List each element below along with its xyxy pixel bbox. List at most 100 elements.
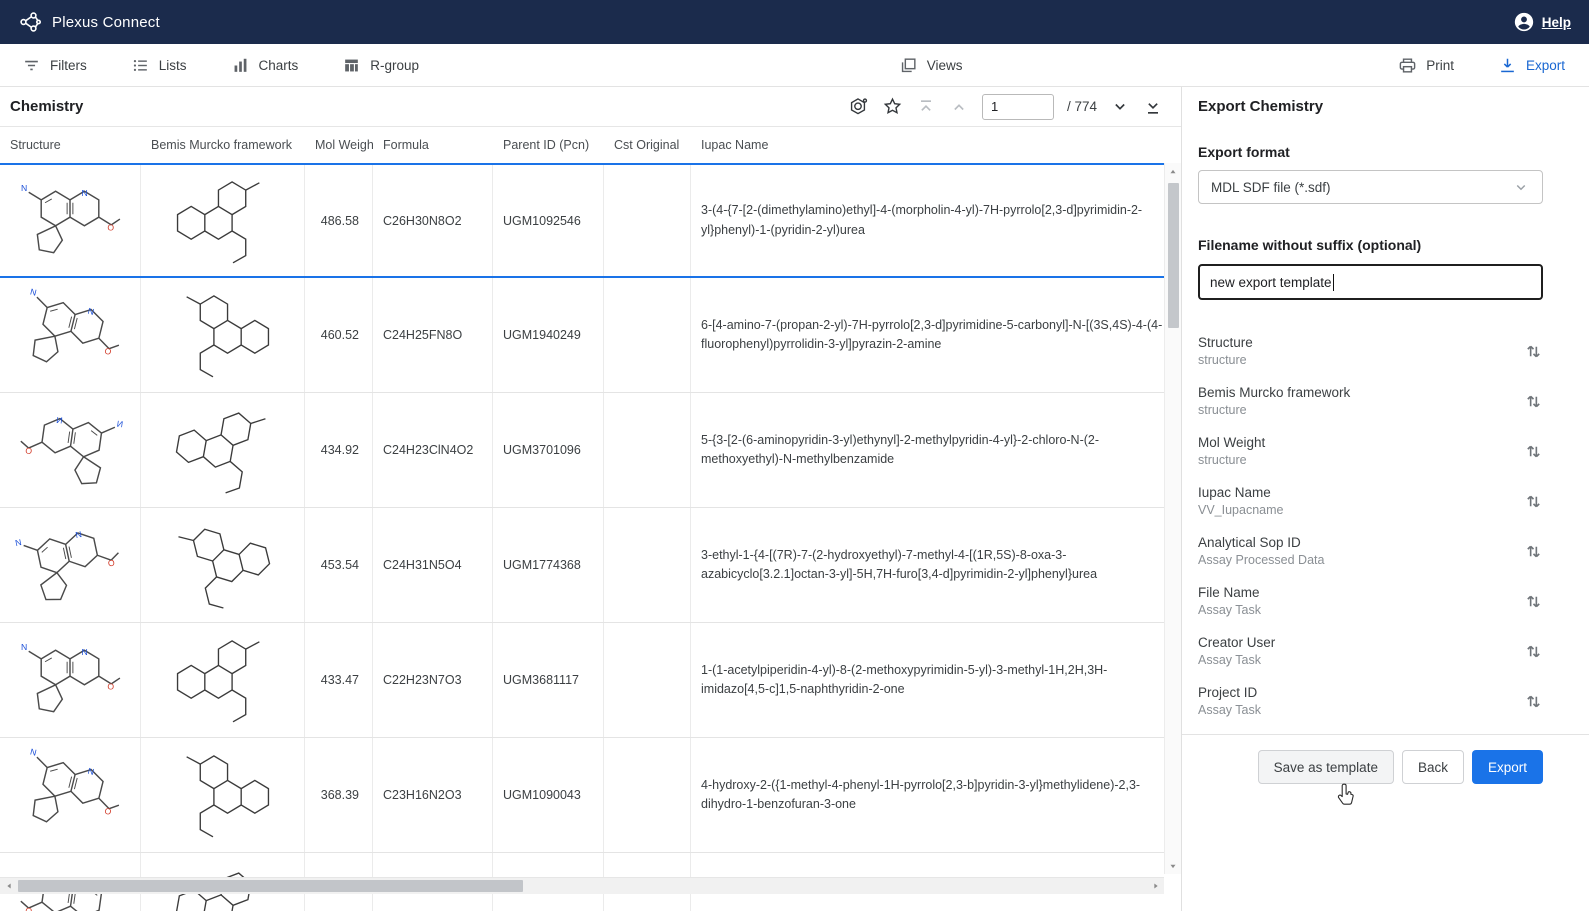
- reorder-icon[interactable]: [1524, 542, 1543, 561]
- list-icon: [131, 56, 150, 75]
- column-header-bemis-murcko[interactable]: Bemis Murcko framework: [141, 138, 305, 152]
- cell-bemis-murcko: [141, 165, 305, 276]
- framework-image: [141, 508, 305, 622]
- scroll-left-icon[interactable]: [0, 878, 17, 894]
- cell-cst-original: [604, 165, 691, 276]
- horizontal-scrollbar-thumb[interactable]: [18, 880, 523, 892]
- export-field-row[interactable]: Mol Weight structure: [1198, 426, 1543, 476]
- views-label: Views: [927, 58, 963, 73]
- export-field-row[interactable]: File Name Assay Task: [1198, 576, 1543, 626]
- cell-mol-weight: 460.52: [305, 278, 373, 392]
- favorite-star-icon[interactable]: [882, 96, 903, 117]
- vertical-scrollbar-thumb[interactable]: [1168, 183, 1179, 328]
- export-field-label: Iupac Name: [1198, 485, 1524, 500]
- first-row-icon[interactable]: [916, 97, 936, 117]
- charts-button[interactable]: Charts: [231, 56, 299, 75]
- reorder-icon[interactable]: [1524, 342, 1543, 361]
- vertical-scrollbar[interactable]: [1164, 163, 1181, 874]
- lists-button[interactable]: Lists: [131, 56, 187, 75]
- export-field-row[interactable]: Iupac Name VV_Iupacname: [1198, 476, 1543, 526]
- reorder-icon[interactable]: [1524, 592, 1543, 611]
- rgroup-label: R-group: [370, 58, 419, 73]
- cell-iupac-name: 3-ethyl-1-{4-[(7R)-7-(2-hydroxyethyl)-7-…: [691, 508, 1181, 622]
- structure-image: [0, 738, 140, 852]
- framework-image: [148, 285, 298, 385]
- back-button[interactable]: Back: [1402, 750, 1464, 784]
- export-button-toolbar[interactable]: Export: [1498, 56, 1565, 75]
- table-row[interactable]: 434.92 C24H23ClN4O2 UGM3701096 5-{3-[2-(…: [0, 393, 1181, 508]
- column-header-cst-original[interactable]: Cst Original: [604, 138, 691, 152]
- structure-search-icon[interactable]: [847, 96, 869, 118]
- export-format-select[interactable]: MDL SDF file (*.sdf): [1198, 170, 1543, 204]
- column-header-parent-id[interactable]: Parent ID (Pcn): [493, 138, 604, 152]
- export-field-sublabel: structure: [1198, 403, 1524, 417]
- export-field-row[interactable]: Project ID Assay Task: [1198, 676, 1543, 726]
- row-number-input[interactable]: [982, 94, 1054, 120]
- table-row[interactable]: 486.58 C26H30N8O2 UGM1092546 3-(4-{7-[2-…: [0, 163, 1181, 278]
- views-button[interactable]: Views: [899, 56, 963, 75]
- filters-button[interactable]: Filters: [22, 56, 87, 75]
- column-header-iupac-name[interactable]: Iupac Name: [691, 138, 1164, 152]
- save-as-template-button[interactable]: Save as template: [1258, 750, 1394, 784]
- table-row[interactable]: 460.52 C24H25FN8O UGM1940249 6-[4-amino-…: [0, 278, 1181, 393]
- export-field-row[interactable]: Structure structure: [1198, 326, 1543, 376]
- cell-bemis-murcko: [141, 738, 305, 852]
- previous-row-icon[interactable]: [949, 97, 969, 117]
- column-header-structure[interactable]: Structure: [0, 138, 141, 152]
- cell-structure: [0, 393, 141, 507]
- print-button[interactable]: Print: [1398, 56, 1454, 75]
- horizontal-scrollbar[interactable]: [0, 877, 1164, 894]
- export-field-sublabel: VV_Iupacname: [1198, 503, 1524, 517]
- reorder-icon[interactable]: [1524, 692, 1543, 711]
- reorder-icon[interactable]: [1524, 392, 1543, 411]
- top-app-bar: Plexus Connect Help: [0, 0, 1589, 44]
- next-row-icon[interactable]: [1110, 97, 1130, 117]
- export-panel: Export Chemistry Export format MDL SDF f…: [1181, 87, 1589, 911]
- cell-formula: C23H16N2O3: [373, 738, 493, 852]
- scroll-up-icon[interactable]: [1165, 163, 1181, 180]
- export-field-row[interactable]: Bemis Murcko framework structure: [1198, 376, 1543, 426]
- text-caret: [1333, 274, 1335, 291]
- print-icon: [1398, 56, 1417, 75]
- framework-image: [148, 745, 298, 845]
- filename-input[interactable]: new export template: [1198, 264, 1543, 300]
- scroll-right-icon[interactable]: [1147, 878, 1164, 894]
- cell-bemis-murcko: [141, 623, 305, 737]
- rgroup-button[interactable]: R-group: [342, 56, 419, 75]
- structure-image: [1, 508, 138, 622]
- table-row[interactable]: 453.54 C24H31N5O4 UGM1774368 3-ethyl-1-{…: [0, 508, 1181, 623]
- cell-structure: [0, 278, 141, 392]
- reorder-icon[interactable]: [1524, 442, 1543, 461]
- cell-structure: [0, 738, 141, 852]
- main-toolbar: Filters Lists Charts R-group Views Print…: [0, 44, 1589, 87]
- scroll-down-icon[interactable]: [1165, 857, 1181, 874]
- cell-mol-weight: 486.58: [305, 165, 373, 276]
- reorder-icon[interactable]: [1524, 642, 1543, 661]
- cell-iupac-name: 4-hydroxy-2-({1-methyl-4-phenyl-1H-pyrro…: [691, 738, 1181, 852]
- export-field-label: Project ID: [1198, 685, 1524, 700]
- column-header-formula[interactable]: Formula: [373, 138, 493, 152]
- reorder-icon[interactable]: [1524, 492, 1543, 511]
- cell-parent-id: UGM3701096: [493, 393, 604, 507]
- table-row[interactable]: 433.47 C22H23N7O3 UGM3681117 1-(1-acetyl…: [0, 623, 1181, 738]
- structure-image: [10, 632, 130, 728]
- export-field-text: Mol Weight structure: [1198, 435, 1524, 467]
- export-field-text: Project ID Assay Task: [1198, 685, 1524, 717]
- filename-value: new export template: [1210, 275, 1332, 290]
- plexus-logo-icon: [18, 10, 42, 34]
- cell-bemis-murcko: [141, 393, 305, 507]
- export-field-row[interactable]: Analytical Sop ID Assay Processed Data: [1198, 526, 1543, 576]
- export-field-text: Iupac Name VV_Iupacname: [1198, 485, 1524, 517]
- cell-formula: C24H31N5O4: [373, 508, 493, 622]
- help-button[interactable]: Help: [1513, 11, 1571, 33]
- export-field-text: Analytical Sop ID Assay Processed Data: [1198, 535, 1524, 567]
- export-field-row[interactable]: Creator User Assay Task: [1198, 626, 1543, 676]
- cell-mol-weight: 453.54: [305, 508, 373, 622]
- column-header-mol-weight[interactable]: Mol Weigh: [305, 138, 373, 152]
- export-button[interactable]: Export: [1472, 750, 1543, 784]
- filename-label: Filename without suffix (optional): [1198, 237, 1543, 253]
- export-field-sublabel: Assay Task: [1198, 703, 1524, 717]
- table-icon: [342, 56, 361, 75]
- last-row-icon[interactable]: [1143, 97, 1163, 117]
- table-row[interactable]: 368.39 C23H16N2O3 UGM1090043 4-hydroxy-2…: [0, 738, 1181, 853]
